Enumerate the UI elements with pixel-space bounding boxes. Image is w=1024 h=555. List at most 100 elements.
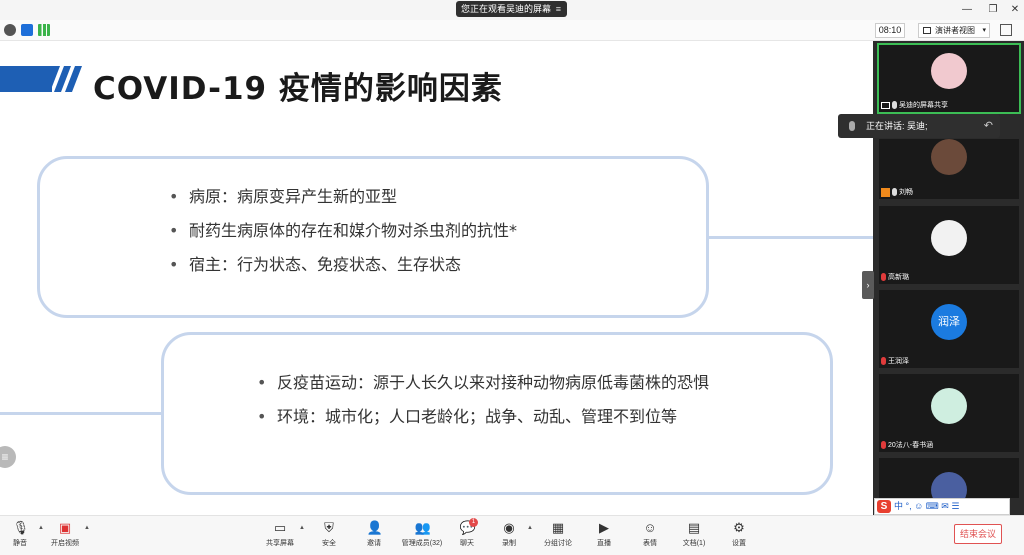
mute-label: 静音 — [13, 540, 27, 547]
speaker-view-dropdown[interactable]: 演讲者视图 ▾ — [918, 23, 990, 38]
fullscreen-icon[interactable] — [1000, 24, 1012, 36]
chevron-up-icon[interactable]: ▲ — [84, 525, 90, 531]
record-label: 录制 — [502, 540, 516, 547]
participant-tile[interactable] — [879, 458, 1019, 498]
list-item: 反疫苗运动：源于人长久以来对接种动物病原低毒菌株的恐惧 — [257, 372, 757, 394]
invite-label: 邀请 — [367, 540, 381, 547]
mic-muted-icon — [881, 441, 886, 449]
meeting-window: 您正在观看吴迪的屏幕 ≡ — ❐ ✕ 08:10 演讲者视图 ▾ COVID-1… — [0, 0, 1024, 555]
chevron-up-icon[interactable]: ▲ — [527, 525, 533, 531]
chat-badge: 1 — [469, 518, 478, 527]
avatar — [931, 139, 967, 175]
participant-name: 王润泽 — [888, 358, 909, 365]
avatar — [931, 472, 967, 498]
end-meeting-button[interactable]: 结束会议 — [954, 524, 1002, 544]
participant-tile[interactable]: 高新璐 — [879, 206, 1019, 284]
signal-icon[interactable] — [38, 24, 50, 36]
document-icon: ▤ — [687, 520, 701, 535]
list-item: 环境：城市化；人口老龄化；战争、动乱、管理不到位等 — [257, 406, 757, 428]
host-icon — [881, 187, 890, 197]
shared-slide: COVID-19 疫情的影响因素 病原：病原变异产生新的亚型 耐药生病原体的存在… — [0, 41, 873, 515]
live-icon: ▶ — [599, 520, 609, 535]
participant-tile[interactable]: 润泽 王润泽 — [879, 290, 1019, 368]
list-item: 病原：病原变异产生新的亚型 — [169, 186, 689, 208]
ime-language[interactable]: 中 — [894, 501, 903, 511]
participant-tile[interactable]: 吴迪的屏幕共享 — [877, 43, 1021, 114]
viewing-notice[interactable]: 您正在观看吴迪的屏幕 ≡ — [456, 1, 567, 17]
slide-title: COVID-19 疫情的影响因素 — [93, 71, 503, 107]
tile-name-row: 20法八-春书涵 — [881, 440, 933, 450]
speaking-label: 正在讲话: 吴迪; — [866, 121, 928, 131]
meeting-toolbar: 🎙 静音 ▲ ▣ 开启视频 ▲ ▭ 共享屏幕 ▲ ⛨ 安全 👤 邀请 👥 管理成… — [0, 515, 1024, 555]
tile-name-row: 高新璐 — [881, 272, 909, 282]
meeting-timer: 08:10 — [875, 23, 905, 38]
live-label: 直播 — [597, 540, 611, 547]
tile-name-row: 吴迪的屏幕共享 — [881, 100, 948, 110]
add-user-icon: 👤 — [366, 520, 383, 535]
breakout-icon: ▦ — [551, 520, 565, 535]
factor-list-1: 病原：病原变异产生新的亚型 耐药生病原体的存在和媒介物对杀虫剂的抗性* 宿主：行… — [169, 186, 689, 288]
return-icon[interactable]: ↶ — [984, 114, 993, 138]
security-label: 安全 — [322, 540, 336, 547]
chevron-down-icon: ▾ — [982, 27, 986, 34]
connector-line — [0, 412, 162, 415]
breakout-rooms-button[interactable]: ▦ 分组讨论 — [538, 520, 578, 548]
info-icon[interactable] — [4, 24, 16, 36]
ime-toolbar[interactable]: S中 °, ☺ ⌨ ✉ ☰ — [874, 498, 1010, 515]
avatar — [931, 53, 967, 89]
share-screen-icon: ▭ — [273, 520, 287, 535]
factor-list-2: 反疫苗运动：源于人长久以来对接种动物病原低毒菌株的恐惧 环境：城市化；人口老龄化… — [257, 372, 757, 440]
documents-button[interactable]: ▤ 文档(1) — [674, 520, 714, 548]
avatar — [931, 388, 967, 424]
reactions-button[interactable]: ☺ 表情 — [630, 520, 670, 548]
chat-button[interactable]: 💬 1 聊天 — [447, 518, 487, 548]
ime-logo-icon: S — [877, 500, 891, 513]
chevron-up-icon[interactable]: ▲ — [299, 525, 305, 531]
settings-button[interactable]: ⚙ 设置 — [719, 520, 759, 548]
shield-icon[interactable] — [21, 24, 33, 36]
video-label: 开启视频 — [51, 540, 79, 547]
reactions-label: 表情 — [643, 540, 657, 547]
chevron-up-icon[interactable]: ▲ — [38, 525, 44, 531]
members-label: 管理成员(32) — [401, 540, 443, 547]
collapse-gallery-icon[interactable]: › — [862, 271, 874, 299]
tile-name-row: 王润泽 — [881, 356, 909, 366]
mic-muted-icon — [881, 357, 886, 365]
minimize-icon[interactable]: — — [960, 3, 974, 17]
close-icon[interactable]: ✕ — [1008, 3, 1022, 17]
security-button[interactable]: ⛨ 安全 — [309, 520, 349, 548]
start-video-button[interactable]: ▣ 开启视频 — [45, 520, 85, 548]
participant-name: 20法八-春书涵 — [888, 442, 934, 449]
list-item: 宿主：行为状态、免疫状态、生存状态 — [169, 254, 689, 276]
title-bar: 您正在观看吴迪的屏幕 ≡ — ❐ ✕ — [0, 0, 1024, 20]
tile-name-row: 刘畅 — [881, 187, 913, 197]
slide-list-icon[interactable]: ≡ — [0, 446, 16, 468]
viewing-notice-text: 您正在观看吴迪的屏幕 — [461, 4, 552, 14]
participant-name: 高新璐 — [888, 274, 909, 281]
emoji-icon: ☺ — [643, 520, 657, 535]
connector-line — [709, 236, 873, 239]
mic-muted-icon — [881, 273, 886, 281]
mic-icon — [892, 188, 897, 196]
meeting-info-bar: 08:10 演讲者视图 ▾ — [0, 20, 1024, 41]
list-item: 耐药生病原体的存在和媒介物对杀虫剂的抗性* — [169, 220, 689, 242]
invite-button[interactable]: 👤 邀请 — [354, 520, 394, 548]
participant-tile[interactable]: 20法八-春书涵 — [879, 374, 1019, 452]
documents-label: 文档(1) — [682, 540, 706, 547]
avatar: 润泽 — [931, 304, 967, 340]
mute-button[interactable]: 🎙 静音 — [0, 520, 40, 548]
live-button[interactable]: ▶ 直播 — [584, 520, 624, 548]
record-icon: ◉ — [503, 520, 515, 535]
video-off-icon: ▣ — [58, 520, 72, 535]
restore-icon[interactable]: ❐ — [986, 3, 1000, 17]
participant-tile[interactable]: 刘畅 — [879, 139, 1019, 199]
participant-name: 刘畅 — [899, 189, 913, 196]
share-screen-button[interactable]: ▭ 共享屏幕 — [260, 520, 300, 548]
speaking-indicator: 正在讲话: 吴迪; ↶ — [838, 114, 1000, 138]
record-button[interactable]: ◉ 录制 — [489, 520, 529, 548]
screen-share-icon — [881, 101, 890, 109]
view-options-icon[interactable]: ≡ — [556, 1, 561, 17]
share-label: 共享屏幕 — [266, 540, 294, 547]
manage-members-button[interactable]: 👥 管理成员(32) — [400, 520, 444, 548]
mic-icon — [892, 101, 897, 109]
